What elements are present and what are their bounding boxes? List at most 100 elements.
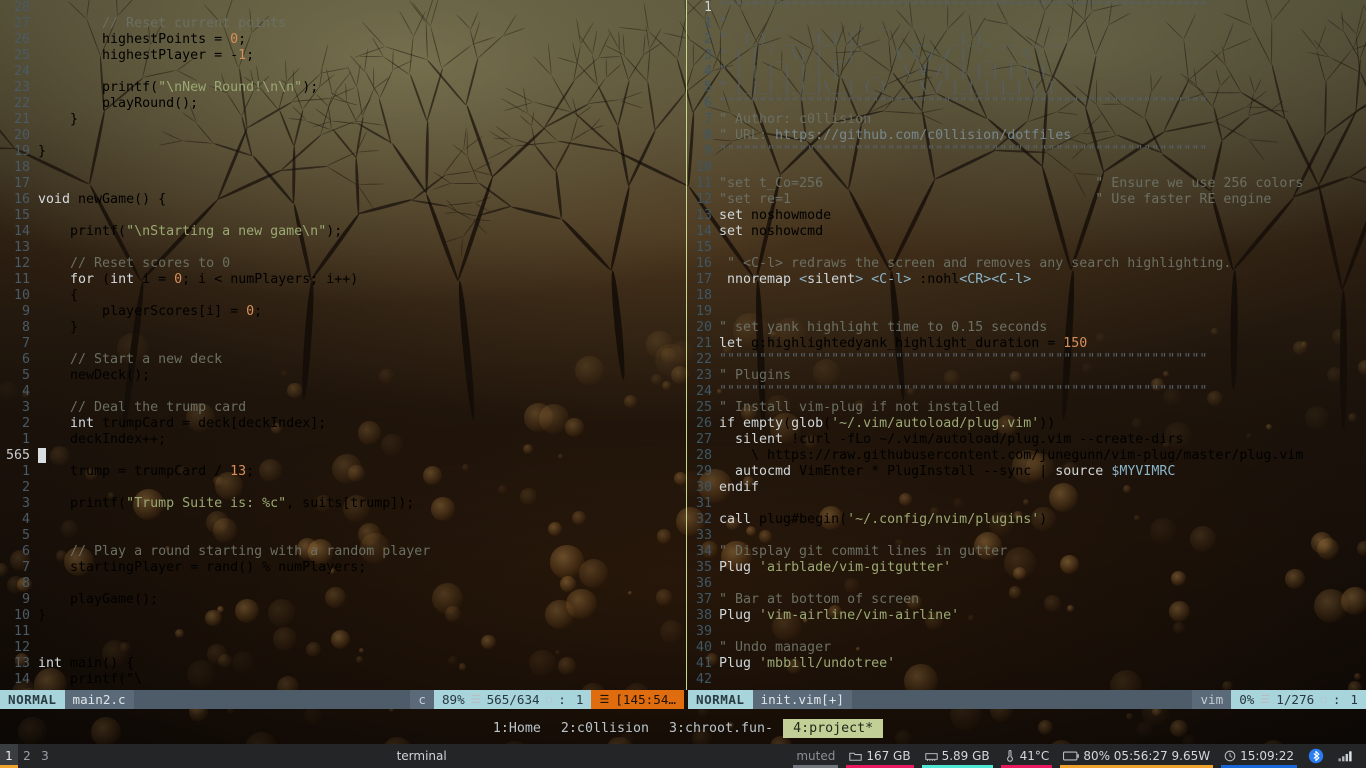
- tmux-window-3-chroot-fun-[interactable]: 3:chroot.fun-: [659, 719, 783, 738]
- tray-disk[interactable]: 167 GB: [842, 744, 917, 768]
- line-number: 9: [0, 304, 38, 320]
- line-number: 38: [688, 608, 719, 624]
- code-text: """"""""""""""""""""""""""""""""""""""""…: [719, 96, 1207, 112]
- tmux-window-1-home[interactable]: 1:Home: [483, 719, 551, 738]
- tray-battery-label: 80% 05:56:27 9.65W: [1083, 749, 1210, 763]
- code-text: [38, 448, 46, 465]
- tray-clock-label: 15:09:22: [1240, 749, 1294, 763]
- terminal-window[interactable]: 28 27 // Reset current points 26 highestPo…: [0, 0, 1366, 744]
- line-number: 42: [688, 672, 719, 688]
- code-text: call plug#begin('~/.config/nvim/plugins'…: [719, 512, 1047, 528]
- file-percent-right: 0% ☰ 1/276 ☐ : 1: [1231, 690, 1366, 709]
- code-text: }: [38, 320, 78, 336]
- statusline-left-filler: [134, 690, 411, 709]
- line-number: 10: [0, 608, 38, 624]
- colon-sep-left: :: [558, 692, 566, 707]
- line-number: 4: [688, 64, 719, 80]
- tmux-window-4-project-[interactable]: 4:project*: [783, 719, 883, 738]
- code-line: 31: [688, 496, 1366, 512]
- tag-1[interactable]: 1: [0, 744, 18, 768]
- code-line: 6 // Start a new deck: [0, 352, 684, 368]
- line-number: 22: [0, 96, 38, 112]
- line-number: 28: [688, 448, 719, 464]
- desktop: 28 27 // Reset current points 26 highestPo…: [0, 0, 1366, 768]
- code-text: " <C-l> redraws the screen and removes a…: [719, 256, 1231, 272]
- code-text: playerScores[i] = 0;: [38, 304, 262, 320]
- line-number: 21: [0, 112, 38, 128]
- tray-volume[interactable]: muted: [789, 744, 842, 768]
- code-line: 24: [0, 64, 684, 80]
- code-text: // Reset current points: [38, 16, 286, 32]
- code-text: void newGame() {: [38, 192, 166, 208]
- tray-network[interactable]: [1331, 744, 1360, 768]
- tray-temperature[interactable]: 41°C: [997, 744, 1057, 768]
- tray-battery[interactable]: 80% 05:56:27 9.65W: [1056, 744, 1217, 768]
- tag-list[interactable]: 123: [0, 744, 54, 768]
- statusline-right: NORMAL init.vim[+] vim 0% ☰ 1/276 ☐ : 1: [688, 690, 1366, 709]
- code-line: 21 }: [0, 112, 684, 128]
- vim-pane-left[interactable]: 28 27 // Reset current points 26 highestPo…: [0, 0, 684, 690]
- code-line: 28 \ https://raw.githubusercontent.com/j…: [688, 448, 1366, 464]
- line-number: 27: [0, 16, 38, 32]
- line-position-left: 565/634: [487, 692, 540, 707]
- line-number: 22: [688, 352, 719, 368]
- code-line: 18: [688, 288, 1366, 304]
- code-line: 25 " Install vim-plug if not installed: [688, 400, 1366, 416]
- code-text: int trumpCard = deck[deckIndex];: [38, 416, 326, 432]
- code-text: Plug 'mbbill/undotree': [719, 656, 895, 672]
- tray-clock[interactable]: 15:09:22: [1217, 744, 1301, 768]
- vim-pane-right[interactable]: 1 """""""""""""""""""""""""""""""""""""""…: [688, 0, 1366, 690]
- tray-memory[interactable]: 5.89 GB: [918, 744, 997, 768]
- code-line: 9 playerScores[i] = 0;: [0, 304, 684, 320]
- line-number: 1: [688, 16, 719, 32]
- code-line: 11: [0, 624, 684, 640]
- code-line: 33: [688, 528, 1366, 544]
- line-number: 5: [688, 80, 719, 96]
- line-number: 9: [0, 592, 38, 608]
- code-line: 22 """"""""""""""""""""""""""""""""""""""…: [688, 352, 1366, 368]
- lines-icon: ☰: [471, 693, 481, 706]
- code-buffer-main2c[interactable]: 28 27 // Reset current points 26 highestPo…: [0, 0, 684, 688]
- system-tray[interactable]: muted 167 GB 5.89 GB 41°C 80% 05:56:27 9.65W…: [789, 744, 1366, 768]
- tray-bluetooth[interactable]: [1301, 744, 1331, 768]
- battery-icon: [1063, 751, 1079, 761]
- line-number: 2: [0, 480, 38, 496]
- line-number: 35: [688, 560, 719, 576]
- line-number: 36: [688, 576, 719, 592]
- code-line: 8 }: [0, 320, 684, 336]
- tag-3[interactable]: 3: [36, 744, 54, 768]
- code-text: """"""""""""""""""""""""""""""""""""""""…: [719, 352, 1207, 368]
- code-line: 3 // Deal the trump card: [0, 400, 684, 416]
- code-text: startingPlayer = rand() % numPlayers;: [38, 560, 366, 576]
- line-number: 30: [688, 480, 719, 496]
- line-number: 565: [0, 448, 38, 464]
- line-number: 14: [688, 224, 719, 240]
- code-text: " URL: https://github.com/c0llision/dotf…: [719, 128, 1071, 144]
- code-line: 13 set noshowmode: [688, 208, 1366, 224]
- filetype-right: vim: [1192, 690, 1231, 709]
- code-line: 15: [0, 208, 684, 224]
- code-buffer-initvim[interactable]: 1 """""""""""""""""""""""""""""""""""""""…: [688, 0, 1366, 688]
- line-number: 33: [688, 528, 719, 544]
- code-text: " Author: c0llision: [719, 112, 871, 128]
- tag-2[interactable]: 2: [18, 744, 36, 768]
- line-number: 17: [0, 176, 38, 192]
- code-line: 25 highestPlayer = -1;: [0, 48, 684, 64]
- code-line: 39: [688, 624, 1366, 640]
- line-number: 26: [688, 416, 719, 432]
- column-icon: ☐: [1320, 693, 1327, 706]
- taskbar[interactable]: 123 terminal muted 167 GB 5.89 GB 41°C 80% 0…: [0, 744, 1366, 768]
- tmux-window-2-c0llision[interactable]: 2:c0llision: [551, 719, 659, 738]
- line-number: 8: [0, 576, 38, 592]
- tmux-status-bar[interactable]: 1:Home 2:c0llision 3:chroot.fun- 4:project*: [0, 712, 1366, 744]
- code-text: printf("Trump Suite is: %c", suits[tru…: [38, 496, 414, 512]
- code-line: 7: [0, 336, 684, 352]
- code-line: 30 endif: [688, 480, 1366, 496]
- filetype-left: c: [410, 690, 434, 709]
- column-value-left: 1: [576, 692, 584, 707]
- code-line: 16 void newGame() {: [0, 192, 684, 208]
- statusline-right-filler: [852, 690, 1193, 709]
- bluetooth-icon: [1308, 748, 1324, 764]
- code-text: // Play a round starting with a random p…: [38, 544, 430, 560]
- line-number: 11: [0, 272, 38, 288]
